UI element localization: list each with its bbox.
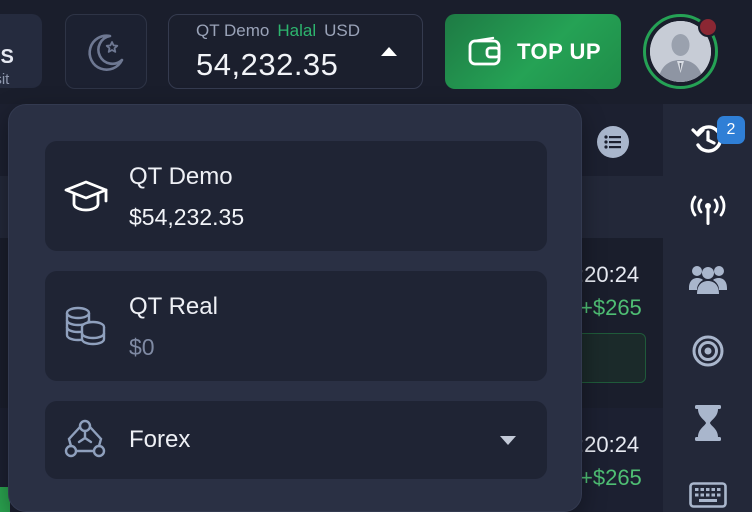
caret-up-icon [381, 47, 397, 56]
top-up-label: TOP UP [517, 38, 602, 64]
account-option-demo[interactable]: QT Demo $54,232.35 [45, 141, 547, 251]
sidebar-item-hourglass[interactable] [663, 388, 752, 458]
forex-network-icon [64, 419, 106, 458]
sidebar-item-keyboard[interactable] [663, 460, 752, 512]
trade-time: :20:24 [578, 432, 640, 457]
keyboard-icon [688, 482, 727, 508]
trade-profit: +$265 [580, 295, 642, 320]
account-dropdown: QT Demo $54,232.35 QT Real $0 Forex [8, 104, 582, 512]
theme-toggle-button[interactable] [65, 14, 147, 89]
coins-icon [65, 306, 106, 346]
account-name: QT Demo [196, 21, 270, 40]
account-option-name: QT Real [129, 293, 218, 320]
hourglass-icon [694, 405, 721, 441]
wallet-icon [468, 36, 501, 65]
bonus-subtitle: osit [0, 71, 10, 88]
sidebar-item-community[interactable] [663, 244, 752, 314]
account-balance: 54,232.35 [196, 47, 339, 82]
history-badge: 2 [717, 116, 745, 144]
trading-app: US osit QT Demo Halal USD 54,232.35 TOP UP [0, 0, 752, 512]
account-option-name: QT Demo [129, 163, 233, 190]
list-icon [604, 135, 621, 149]
moon-star-icon [88, 33, 124, 71]
account-selector[interactable]: QT Demo Halal USD 54,232.35 [168, 14, 423, 89]
list-view-button[interactable] [597, 126, 629, 158]
top-up-button[interactable]: TOP UP [445, 14, 621, 89]
bonus-title: US [0, 46, 14, 68]
account-type: Halal [277, 21, 317, 40]
forex-label: Forex [129, 426, 191, 453]
profile-button[interactable] [643, 14, 718, 89]
trade-result-box [573, 333, 646, 383]
sidebar-item-signals[interactable] [663, 176, 752, 246]
trade-profit: +$265 [580, 465, 642, 490]
deposit-bonus-tile[interactable]: US osit [0, 14, 42, 88]
forex-selector[interactable]: Forex [45, 401, 547, 479]
account-option-balance: $54,232.35 [129, 204, 245, 230]
signal-icon [690, 195, 725, 225]
community-icon [688, 266, 727, 294]
graduation-cap-icon [64, 180, 108, 212]
account-labels: QT Demo Halal USD [196, 21, 360, 41]
account-option-real[interactable]: QT Real $0 [45, 271, 547, 381]
account-option-balance: $0 [129, 334, 155, 360]
top-bar: US osit QT Demo Halal USD 54,232.35 TOP UP [0, 0, 752, 104]
sidebar-item-target[interactable] [663, 316, 752, 386]
trade-time: :20:24 [578, 262, 640, 287]
notification-dot [698, 17, 718, 37]
account-currency: USD [324, 21, 361, 40]
target-icon [692, 335, 723, 367]
chevron-down-icon [500, 436, 516, 445]
